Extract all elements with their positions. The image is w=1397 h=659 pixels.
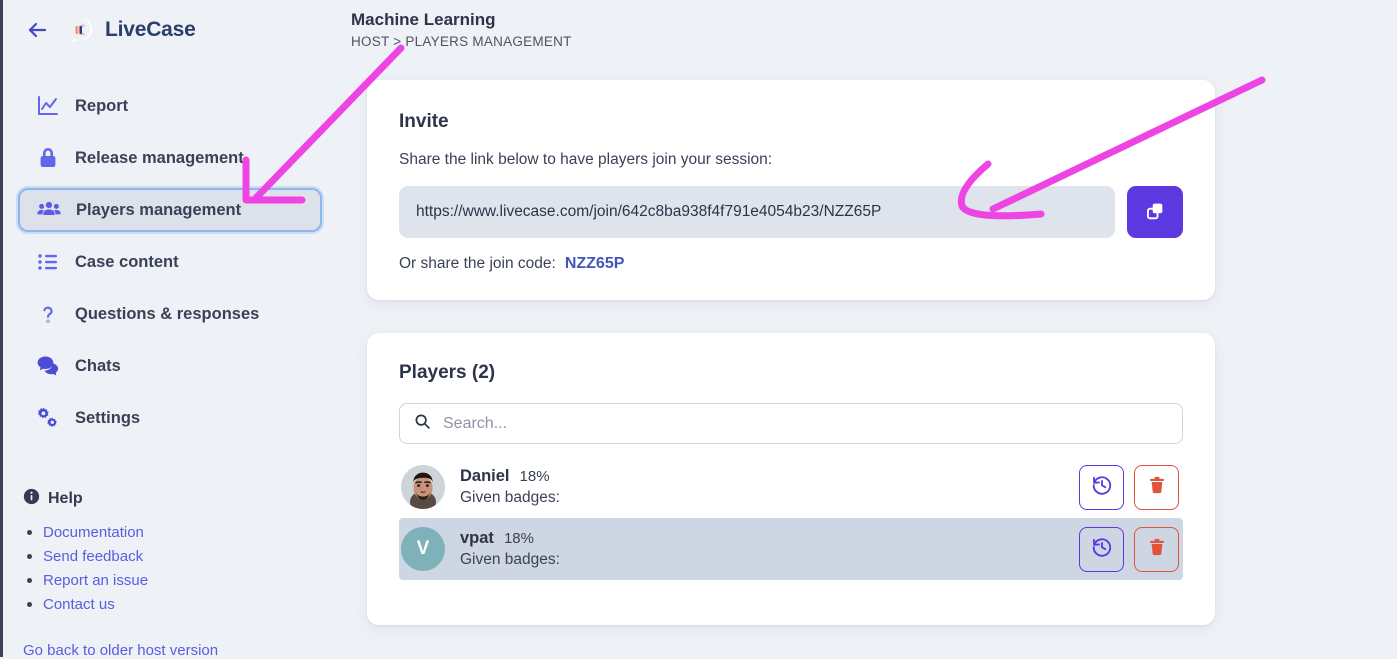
player-delete-button[interactable]	[1134, 526, 1179, 572]
list-item: Documentation	[23, 520, 340, 544]
invite-subtitle: Share the link below to have players joi…	[399, 151, 773, 168]
help-links: Documentation Send feedback Report an is…	[23, 520, 340, 616]
help-link-documentation[interactable]: Documentation	[43, 524, 144, 541]
sidebar-item-label: Chats	[75, 356, 121, 375]
brand-row: LiveCase	[3, 0, 340, 44]
player-info: vpat 18% Given badges:	[460, 529, 1079, 569]
lock-icon	[35, 145, 61, 171]
player-name-line: vpat 18%	[460, 529, 1079, 548]
help-heading: Help	[23, 488, 340, 510]
list-icon	[35, 249, 61, 275]
sidebar-item-report[interactable]: Report	[18, 84, 322, 128]
player-progress-percent: 18%	[503, 530, 534, 547]
back-arrow-icon[interactable]	[23, 16, 51, 44]
list-item: Report an issue	[23, 568, 340, 592]
player-name: Daniel	[460, 467, 510, 485]
sidebar-item-label: Release management	[75, 148, 244, 167]
avatar	[401, 465, 445, 509]
player-info: Daniel 18% Given badges:	[460, 467, 1079, 507]
table-row[interactable]: Daniel 18% Given badges:	[399, 456, 1183, 518]
invite-card-body: Invite Share the link below to have play…	[367, 80, 1215, 273]
help-link-send-feedback[interactable]: Send feedback	[43, 548, 143, 565]
sidebar-item-label: Settings	[75, 408, 141, 427]
copy-icon	[1144, 200, 1166, 225]
sidebar-item-release-management[interactable]: Release management	[18, 136, 322, 180]
sidebar: LiveCase Report Release management Playe…	[3, 0, 340, 659]
copy-link-button[interactable]	[1127, 186, 1183, 238]
join-code-row: Or share the join code: NZZ65P	[399, 255, 1183, 273]
gears-icon	[35, 405, 61, 431]
sidebar-item-settings[interactable]: Settings	[18, 396, 322, 440]
page-title: Machine Learning	[351, 10, 496, 29]
join-code-label: Or share the join code:	[399, 255, 556, 272]
sidebar-nav: Report Release management Players manage…	[3, 84, 340, 440]
chat-bubbles-icon	[35, 353, 61, 379]
brand[interactable]: LiveCase	[68, 17, 196, 43]
trash-icon	[1147, 537, 1167, 562]
list-item: Send feedback	[23, 544, 340, 568]
list-item: Contact us	[23, 592, 340, 616]
player-progress-percent: 18%	[519, 468, 550, 485]
players-card-body: Players (2) Search... Daniel 18% Given b…	[367, 333, 1215, 580]
invite-title: Invite	[399, 111, 449, 132]
sidebar-item-players-management[interactable]: Players management	[18, 188, 322, 232]
help-link-report-an-issue[interactable]: Report an issue	[43, 572, 148, 589]
players-card: Players (2) Search... Daniel 18% Given b…	[367, 333, 1215, 625]
chart-line-icon	[35, 93, 61, 119]
page-header: Machine Learning HOST > PLAYERS MANAGEME…	[351, 10, 572, 49]
users-group-icon	[36, 197, 62, 223]
player-history-button[interactable]	[1079, 464, 1124, 510]
livecase-logo-icon	[68, 17, 94, 43]
row-actions	[1079, 464, 1179, 510]
sidebar-item-label: Players management	[76, 200, 242, 219]
history-clock-icon	[1091, 474, 1113, 501]
sidebar-item-questions-responses[interactable]: Questions & responses	[18, 292, 322, 336]
window-left-edge	[0, 0, 3, 657]
players-search[interactable]	[399, 403, 1183, 444]
player-name-line: Daniel 18%	[460, 467, 1079, 486]
info-circle-icon	[23, 488, 40, 510]
sidebar-item-label: Questions & responses	[75, 304, 260, 323]
sidebar-item-case-content[interactable]: Case content	[18, 240, 322, 284]
help-link-contact-us[interactable]: Contact us	[43, 596, 115, 613]
help-title: Help	[48, 490, 83, 507]
search-icon	[414, 413, 431, 435]
table-row[interactable]: V vpat 18% Given badges:	[399, 518, 1183, 580]
brand-name: LiveCase	[105, 18, 196, 41]
join-code-value[interactable]: NZZ65P	[565, 255, 625, 273]
sidebar-item-label: Case content	[75, 252, 179, 271]
sidebar-item-chats[interactable]: Chats	[18, 344, 322, 388]
help-block: Help Documentation Send feedback Report …	[23, 488, 340, 616]
avatar-initial: V	[416, 538, 430, 559]
player-name: vpat	[460, 529, 494, 547]
invite-link-row: https://www.livecase.com/join/642c8ba938…	[399, 186, 1183, 238]
players-title: Players (2)	[399, 362, 496, 383]
player-list: Daniel 18% Given badges: V vpat 18% Give…	[399, 456, 1183, 580]
older-host-version-link[interactable]: Go back to older host version	[23, 642, 218, 659]
player-delete-button[interactable]	[1134, 464, 1179, 510]
avatar: V	[401, 527, 445, 571]
trash-icon	[1147, 475, 1167, 500]
search-input[interactable]	[441, 413, 1168, 434]
invite-card: Invite Share the link below to have play…	[367, 80, 1215, 300]
player-history-button[interactable]	[1079, 526, 1124, 572]
invite-link-field[interactable]: https://www.livecase.com/join/642c8ba938…	[399, 186, 1115, 238]
question-mark-icon	[35, 301, 61, 327]
history-clock-icon	[1091, 536, 1113, 563]
player-badges-label: Given badges:	[460, 551, 560, 568]
breadcrumb: HOST > PLAYERS MANAGEMENT	[351, 34, 572, 49]
row-actions	[1079, 526, 1179, 572]
sidebar-item-label: Report	[75, 96, 129, 115]
player-badges-label: Given badges:	[460, 489, 560, 506]
